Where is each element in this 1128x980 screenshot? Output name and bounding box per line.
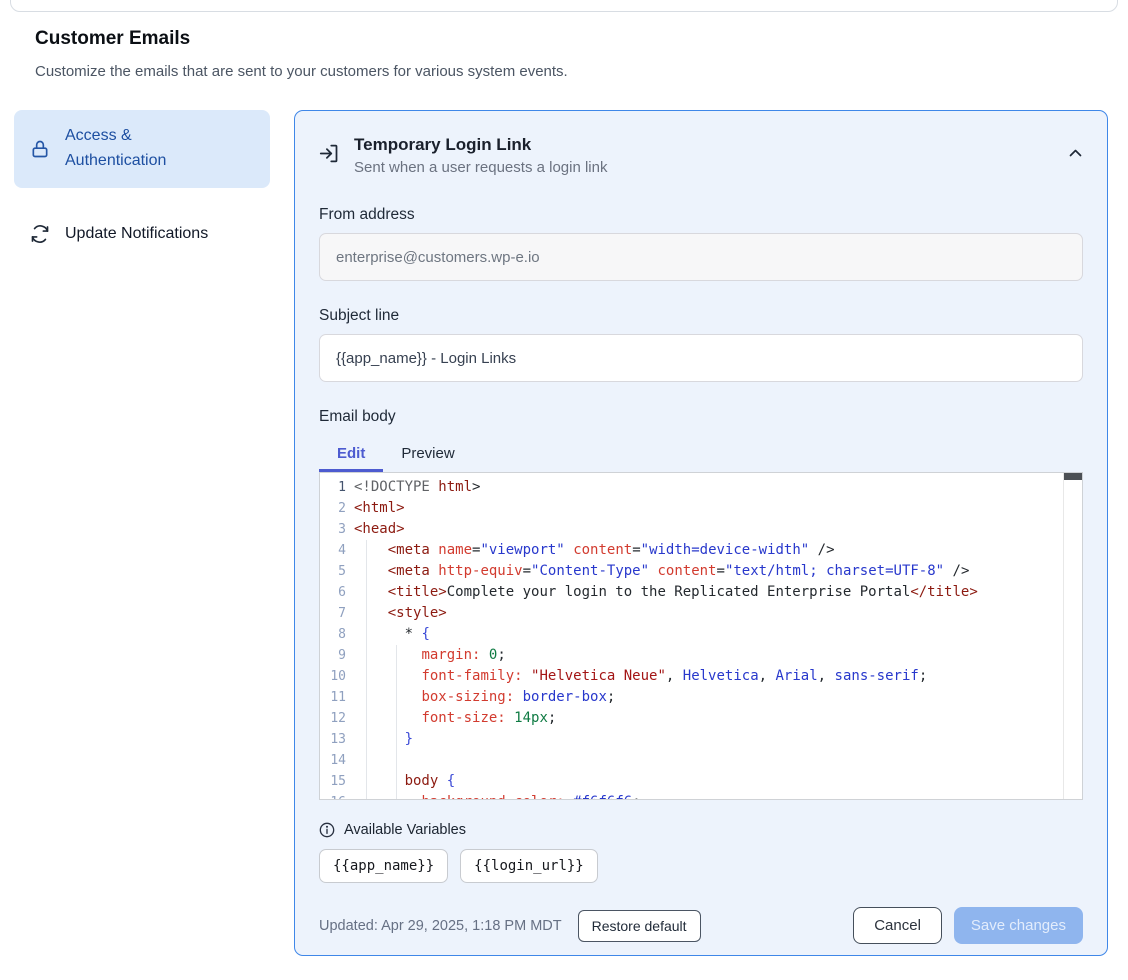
code-line[interactable]: 7 <style> [320,603,1082,624]
code-line[interactable]: 13 } [320,729,1082,750]
code-text: box-sizing: border-box; [346,687,615,708]
code-text: <meta name="viewport" content="width=dev… [346,540,835,561]
line-number: 8 [320,624,346,645]
email-template-subtitle: Sent when a user requests a login link [354,159,607,176]
code-editor[interactable]: 1<!DOCTYPE html>2<html>3<head>4 <meta na… [319,472,1083,800]
tab-edit[interactable]: Edit [319,438,383,472]
line-number: 13 [320,729,346,750]
line-number: 3 [320,519,346,540]
subject-line-input[interactable] [319,334,1083,382]
login-icon [319,143,340,164]
panel-header[interactable]: Temporary Login Link Sent when a user re… [319,135,1083,176]
line-number: 6 [320,582,346,603]
available-variables-row: Available Variables [319,822,1083,838]
available-variables-label: Available Variables [344,822,466,838]
code-line[interactable]: 3<head> [320,519,1082,540]
line-number: 16 [320,792,346,800]
code-line[interactable]: 11 box-sizing: border-box; [320,687,1082,708]
email-settings-panel: Temporary Login Link Sent when a user re… [294,110,1108,956]
line-number: 9 [320,645,346,666]
from-address-input [319,233,1083,281]
editor-scrollbar-track[interactable] [1063,473,1082,799]
page-header: Customer Emails Customize the emails tha… [35,28,835,80]
line-number: 14 [320,750,346,771]
code-text: font-size: 14px; [346,708,556,729]
from-address-label: From address [319,206,1083,224]
code-text: } [346,729,413,750]
line-number: 2 [320,498,346,519]
refresh-icon [30,224,50,244]
code-text [346,750,354,771]
line-number: 12 [320,708,346,729]
code-line[interactable]: 1<!DOCTYPE html> [320,477,1082,498]
line-number: 15 [320,771,346,792]
email-body-label: Email body [319,408,1083,426]
page-title: Customer Emails [35,28,835,50]
code-line[interactable]: 9 margin: 0; [320,645,1082,666]
indent-guide [396,645,397,799]
variable-chip-login-url[interactable]: {{login_url}} [460,849,598,883]
code-text: background-color: #f6f6f6; [346,792,641,800]
code-line[interactable]: 16 background-color: #f6f6f6; [320,792,1082,800]
email-template-title: Temporary Login Link [354,135,607,155]
subject-line-label: Subject line [319,307,1083,325]
sidebar-item-access-authentication[interactable]: Access & Authentication [14,110,270,188]
code-line[interactable]: 6 <title>Complete your login to the Repl… [320,582,1082,603]
variable-chip-app-name[interactable]: {{app_name}} [319,849,448,883]
code-text: <html> [346,498,405,519]
indent-guide [366,540,367,799]
line-number: 4 [320,540,346,561]
code-text: <style> [346,603,447,624]
code-text: * { [346,624,430,645]
sidebar-item-update-notifications[interactable]: Update Notifications [14,202,270,266]
cancel-button[interactable]: Cancel [853,907,942,944]
tab-preview[interactable]: Preview [383,438,472,472]
panel-footer: Updated: Apr 29, 2025, 1:18 PM MDT Resto… [319,907,1083,944]
sidebar-item-label: Update Notifications [65,222,208,247]
line-number: 11 [320,687,346,708]
code-line[interactable]: 5 <meta http-equiv="Content-Type" conten… [320,561,1082,582]
code-line[interactable]: 4 <meta name="viewport" content="width=d… [320,540,1082,561]
info-icon[interactable] [319,822,335,838]
updated-timestamp: Updated: Apr 29, 2025, 1:18 PM MDT [319,918,562,934]
code-text: <head> [346,519,405,540]
code-text: margin: 0; [346,645,506,666]
line-number: 7 [320,603,346,624]
restore-default-button[interactable]: Restore default [578,910,701,942]
variable-chips: {{app_name}} {{login_url}} [319,849,1083,883]
editor-scrollbar-thumb[interactable] [1064,473,1082,480]
code-line[interactable]: 15 body { [320,771,1082,792]
line-number: 1 [320,477,346,498]
lock-icon [30,139,50,159]
code-lines: 1<!DOCTYPE html>2<html>3<head>4 <meta na… [320,473,1082,800]
email-body-tabs: Edit Preview [319,438,1083,472]
code-text: <!DOCTYPE html> [346,477,480,498]
code-text: font-family: "Helvetica Neue", Helvetica… [346,666,927,687]
code-text: <meta http-equiv="Content-Type" content=… [346,561,969,582]
line-number: 10 [320,666,346,687]
chevron-up-icon[interactable] [1068,147,1083,159]
code-text: body { [346,771,455,792]
code-line[interactable]: 14 [320,750,1082,771]
code-line[interactable]: 12 font-size: 14px; [320,708,1082,729]
previous-card-bottom-edge [10,0,1118,12]
code-line[interactable]: 10 font-family: "Helvetica Neue", Helvet… [320,666,1082,687]
save-changes-button[interactable]: Save changes [954,907,1083,944]
code-line[interactable]: 2<html> [320,498,1082,519]
code-text: <title>Complete your login to the Replic… [346,582,978,603]
line-number: 5 [320,561,346,582]
sidebar-item-label: Access & Authentication [65,124,215,174]
page-subtitle: Customize the emails that are sent to yo… [35,63,835,80]
code-line[interactable]: 8 * { [320,624,1082,645]
sidebar: Access & Authentication Update Notificat… [14,110,270,266]
